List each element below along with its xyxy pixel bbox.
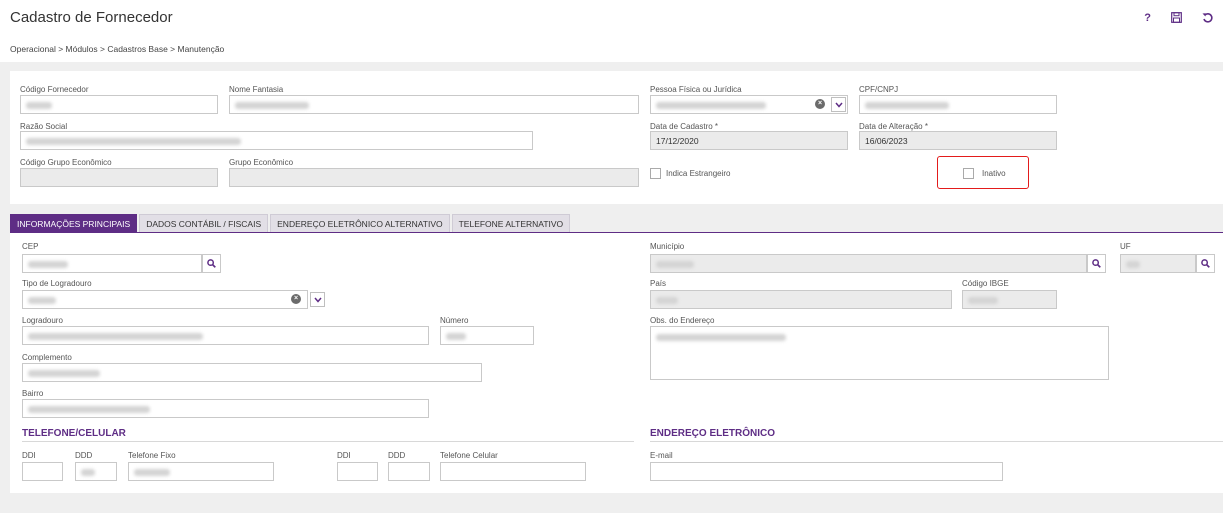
nome-fantasia-input[interactable]: [229, 95, 639, 114]
pessoa-label: Pessoa Física ou Jurídica: [650, 85, 742, 94]
obs-endereco-label: Obs. do Endereço: [650, 316, 715, 325]
telefone-fixo-input[interactable]: [128, 462, 274, 481]
codigo-fornecedor-label: Código Fornecedor: [20, 85, 89, 94]
numero-label: Número: [440, 316, 469, 325]
codigo-grupo-label: Código Grupo Econômico: [20, 158, 112, 167]
ddi-input[interactable]: [22, 462, 63, 481]
email-section-divider: [650, 441, 1223, 442]
estrangeiro-label: Indica Estrangeiro: [666, 169, 731, 178]
clear-icon[interactable]: ×: [815, 99, 825, 109]
estrangeiro-checkbox[interactable]: [650, 168, 661, 179]
search-icon: [1201, 259, 1210, 268]
cpf-cnpj-input[interactable]: [859, 95, 1057, 114]
uf-input: [1120, 254, 1196, 273]
municipio-label: Município: [650, 242, 685, 251]
cpf-cnpj-label: CPF/CNPJ: [859, 85, 899, 94]
grupo-label: Grupo Econômico: [229, 158, 294, 167]
tab-telefone-alternativo[interactable]: TELEFONE ALTERNATIVO: [451, 214, 571, 233]
telefone-section-divider: [22, 441, 634, 442]
uf-label: UF: [1120, 242, 1131, 251]
obs-endereco-textarea[interactable]: [650, 326, 1109, 380]
tab-bar: INFORMAÇÕES PRINCIPAIS DADOS CONTÁBIL / …: [10, 214, 572, 233]
inativo-label: Inativo: [982, 169, 1006, 178]
search-uf-button[interactable]: [1196, 254, 1215, 273]
bairro-label: Bairro: [22, 389, 44, 398]
telefone-fixo-label: Telefone Fixo: [128, 451, 176, 460]
ddd-input[interactable]: [75, 462, 117, 481]
clear-icon[interactable]: ×: [291, 294, 301, 304]
email-section-title: ENDEREÇO ELETRÔNICO: [650, 428, 776, 439]
tab-endereco-eletronico-alternativo[interactable]: ENDEREÇO ELETRÔNICO ALTERNATIVO: [270, 214, 450, 233]
telefone-celular-input[interactable]: [440, 462, 586, 481]
telefone-celular-label: Telefone Celular: [440, 451, 498, 460]
page-header: Cadastro de Fornecedor ? Operacional > M…: [0, 0, 1223, 62]
ddd-label: DDD: [75, 451, 93, 460]
numero-input[interactable]: [440, 326, 534, 345]
cep-input[interactable]: [22, 254, 202, 273]
bairro-input[interactable]: [22, 399, 429, 418]
breadcrumb: Operacional > Módulos > Cadastros Base >…: [10, 44, 225, 54]
tab-informacoes-principais[interactable]: INFORMAÇÕES PRINCIPAIS: [10, 214, 138, 233]
header-actions: ?: [1144, 12, 1213, 26]
razao-social-label: Razão Social: [20, 122, 68, 131]
ddd-celular-input[interactable]: [388, 462, 430, 481]
data-cadastro-input: 17/12/2020: [650, 131, 848, 150]
data-alteracao-input: 16/06/2023: [859, 131, 1057, 150]
complemento-input[interactable]: [22, 363, 482, 382]
municipio-input: [650, 254, 1087, 273]
page-title: Cadastro de Fornecedor: [10, 9, 173, 26]
search-cep-button[interactable]: [202, 254, 221, 273]
search-municipio-button[interactable]: [1087, 254, 1106, 273]
search-icon: [1092, 259, 1101, 268]
cep-label: CEP: [22, 242, 39, 251]
chevron-down-icon[interactable]: [310, 292, 325, 307]
chevron-down-icon[interactable]: [831, 97, 846, 112]
nome-fantasia-label: Nome Fantasia: [229, 85, 284, 94]
logradouro-input[interactable]: [22, 326, 429, 345]
telefone-section-title: TELEFONE/CELULAR: [22, 428, 126, 439]
pais-label: País: [650, 279, 667, 288]
ddi-celular-input[interactable]: [337, 462, 378, 481]
grupo-input: [229, 168, 639, 187]
logradouro-label: Logradouro: [22, 316, 63, 325]
save-icon[interactable]: [1171, 12, 1182, 26]
codigo-fornecedor-input[interactable]: [20, 95, 218, 114]
tab-dados-contabil-fiscais[interactable]: DADOS CONTÁBIL / FISCAIS: [139, 214, 269, 233]
data-cadastro-label: Data de Cadastro *: [650, 122, 719, 131]
undo-icon[interactable]: [1202, 12, 1213, 26]
pais-input: [650, 290, 952, 309]
data-alteracao-label: Data de Alteração *: [859, 122, 928, 131]
tipo-logradouro-label: Tipo de Logradouro: [22, 279, 92, 288]
tipo-logradouro-select[interactable]: [22, 290, 308, 309]
codigo-grupo-input: [20, 168, 218, 187]
email-label: E-mail: [650, 451, 673, 460]
codigo-ibge-input: [962, 290, 1057, 309]
ddi-label: DDI: [22, 451, 36, 460]
codigo-ibge-label: Código IBGE: [962, 279, 1009, 288]
search-icon: [207, 259, 216, 268]
complemento-label: Complemento: [22, 353, 72, 362]
inativo-checkbox[interactable]: [963, 168, 974, 179]
razao-social-input[interactable]: [20, 131, 533, 150]
email-input[interactable]: [650, 462, 1003, 481]
ddi-celular-label: DDI: [337, 451, 351, 460]
help-icon[interactable]: ?: [1144, 12, 1151, 26]
ddd-celular-label: DDD: [388, 451, 406, 460]
